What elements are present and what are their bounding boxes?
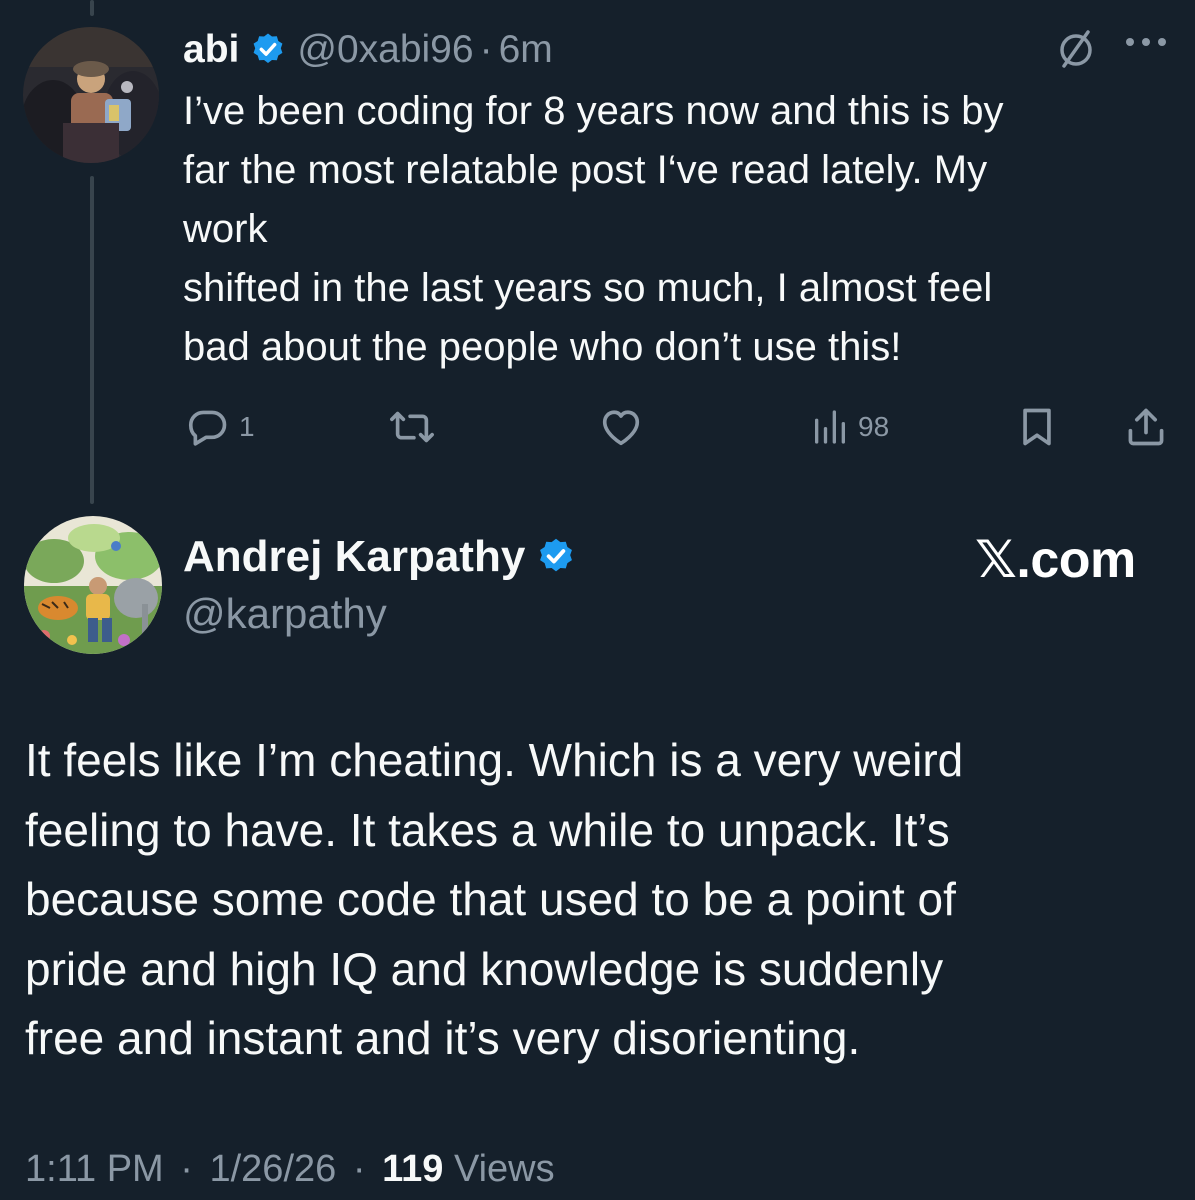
post-text-line: because some code that used to be a poin… (25, 873, 956, 925)
reply-text-line: work (183, 207, 268, 251)
reply-count: 1 (239, 411, 255, 442)
post-views-count: 119 (382, 1148, 444, 1190)
bookmark-icon (1023, 408, 1051, 446)
post-date[interactable]: 1/26/26 (209, 1148, 336, 1190)
post-author-name[interactable]: Andrej Karpathy (183, 532, 525, 582)
separator-dot: · (180, 1148, 193, 1190)
post-time[interactable]: 1:11 PM (25, 1148, 164, 1190)
reply-text-line: bad about the people who don’t use this! (183, 325, 902, 369)
reply-author-handle[interactable]: @0xabi96 (297, 28, 473, 72)
reply-text-line: shifted in the last years so much, I alm… (183, 266, 993, 310)
reply-timestamp[interactable]: 6m (499, 28, 553, 72)
views-count: 98 (858, 411, 890, 442)
share-button[interactable] (1124, 400, 1168, 454)
post-text-line: It feels like I’m cheating. Which is a v… (25, 734, 964, 786)
post-text-line: free and instant and it’s very disorient… (25, 1012, 861, 1064)
post-author: Andrej Karpathy (183, 527, 587, 587)
reply-icon (188, 410, 227, 446)
separator-dot: · (352, 1148, 366, 1190)
separator-dot: · (479, 28, 493, 71)
views-icon (815, 410, 845, 444)
post-views-label: Views (453, 1148, 555, 1190)
post-text-line: feeling to have. It takes a while to unp… (25, 803, 950, 856)
reply-avatar[interactable] (23, 27, 159, 163)
post-avatar[interactable] (24, 516, 162, 654)
repost-icon (390, 411, 434, 443)
reply-header: abi @0xabi96 · 6m (183, 22, 553, 78)
repost-button[interactable] (387, 400, 437, 454)
bookmark-button[interactable] (1015, 400, 1059, 454)
post-author-handle[interactable]: @karpathy (183, 590, 387, 638)
reply-button[interactable]: 1 (185, 400, 255, 454)
more-icon[interactable] (1124, 32, 1168, 57)
grok-icon[interactable] (1054, 26, 1098, 75)
share-icon (1128, 408, 1164, 446)
like-button[interactable] (598, 400, 644, 454)
reply-author-name[interactable]: abi (183, 28, 239, 72)
like-icon (602, 410, 640, 446)
verified-badge-icon (535, 536, 577, 578)
verified-badge-icon (249, 31, 287, 69)
post-body: It feels like I’m cheating. Which is a v… (25, 726, 1175, 1074)
thread-line-top (90, 0, 94, 16)
post-text-line: pride and high IQ and knowledge is sudde… (25, 942, 944, 995)
views-button[interactable]: 98 (810, 400, 889, 454)
thread-line (90, 176, 94, 504)
reply-text-line: I’ve been coding for 8 years now and thi… (183, 89, 1004, 133)
reply-text-line: far the most relatable post I‘ve read la… (183, 148, 988, 192)
reply-body: I’ve been coding for 8 years now and thi… (183, 82, 1153, 377)
post-meta: 1:11 PM · 1/26/26 · 119 Views (25, 1148, 555, 1191)
x-com-logo: 𝕏.com (975, 531, 1136, 589)
